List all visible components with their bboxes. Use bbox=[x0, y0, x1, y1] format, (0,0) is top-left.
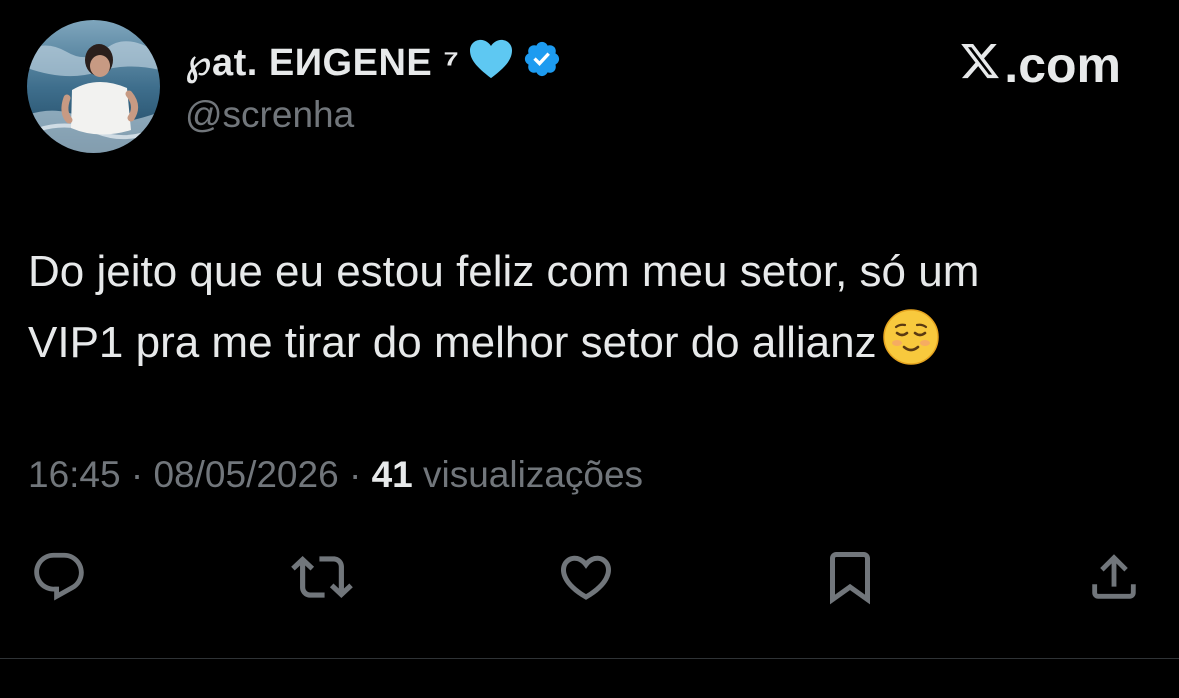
meta-separator: · bbox=[338, 454, 372, 495]
share-button[interactable] bbox=[1082, 545, 1146, 609]
tweet-date[interactable]: 08/05/2026 bbox=[153, 454, 338, 495]
light-blue-heart-icon bbox=[468, 38, 514, 87]
tweet-meta: 16:45 · 08/05/2026 · 41 visualizações bbox=[28, 456, 643, 493]
retweet-button[interactable] bbox=[290, 545, 354, 609]
tweet-line-2: VIP1 pra me tirar do melhor setor do all… bbox=[28, 307, 1158, 386]
relieved-face-emoji bbox=[882, 309, 939, 386]
tweet-line-1: Do jeito que eu estou feliz com meu seto… bbox=[28, 247, 980, 296]
tweet-time[interactable]: 16:45 bbox=[28, 454, 121, 495]
retweet-icon bbox=[291, 556, 353, 598]
action-bar bbox=[0, 545, 1179, 609]
like-icon bbox=[560, 555, 612, 600]
divider bbox=[0, 658, 1179, 659]
verified-badge-icon[interactable] bbox=[522, 39, 562, 86]
views-label[interactable]: visualizações bbox=[413, 454, 643, 495]
bookmark-icon bbox=[830, 552, 870, 605]
like-button[interactable] bbox=[554, 545, 618, 609]
x-logo-icon bbox=[958, 40, 1002, 90]
reply-button[interactable] bbox=[27, 545, 91, 609]
reply-icon bbox=[34, 552, 84, 601]
avatar[interactable] bbox=[27, 20, 160, 153]
views-count[interactable]: 41 bbox=[372, 454, 413, 495]
author-display-name[interactable]: ℘at. EИGENE ⁷ bbox=[185, 38, 562, 87]
author-handle[interactable]: @screnha bbox=[185, 96, 354, 133]
avatar-image bbox=[27, 20, 160, 153]
bookmark-button[interactable] bbox=[818, 545, 882, 609]
share-icon bbox=[1092, 554, 1136, 599]
tweet-text: Do jeito que eu estou feliz com meu seto… bbox=[28, 236, 1158, 386]
brand-watermark: .com bbox=[958, 40, 1121, 90]
meta-separator: · bbox=[120, 454, 154, 495]
display-name-text: ℘at. EИGENE ⁷ bbox=[185, 41, 460, 84]
brand-text: .com bbox=[1004, 37, 1121, 93]
tweet-line-2-text: VIP1 pra me tirar do melhor setor do all… bbox=[28, 318, 877, 367]
